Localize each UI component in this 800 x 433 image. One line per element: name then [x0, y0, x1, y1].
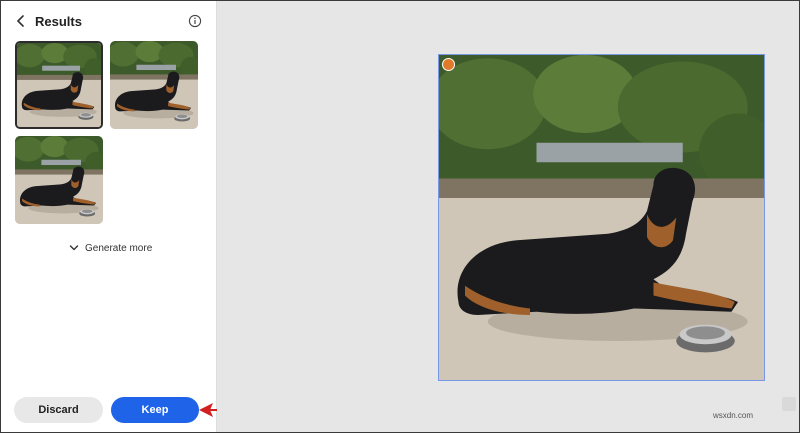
dog-photo	[439, 55, 764, 380]
result-thumbnail-2[interactable]	[110, 41, 198, 129]
page-title: Results	[35, 14, 82, 29]
back-button[interactable]	[12, 12, 30, 30]
thumbnail-image	[17, 43, 101, 127]
discard-button[interactable]: Discard	[14, 397, 103, 423]
watermark-text: wsxdn.com	[713, 411, 754, 420]
thumbnail-image	[110, 41, 198, 129]
thumbnail-image	[15, 136, 103, 224]
result-thumbnail-3[interactable]	[15, 136, 103, 224]
watermark-logo	[782, 397, 796, 411]
chevron-down-icon	[69, 245, 79, 251]
generated-badge-icon	[442, 58, 455, 71]
generate-more-button[interactable]: Generate more	[69, 240, 152, 256]
info-icon[interactable]	[188, 14, 202, 28]
result-thumbnail-1[interactable]	[15, 41, 103, 129]
preview-image[interactable]	[438, 54, 765, 381]
results-header: Results	[1, 1, 216, 41]
results-panel: Results Generate more Discard Keep	[1, 1, 217, 432]
screen-frame: Results Generate more Discard Keep wsxdn…	[0, 0, 800, 433]
keep-button[interactable]: Keep	[111, 397, 199, 423]
chevron-left-icon	[17, 15, 24, 27]
generate-more-label: Generate more	[85, 242, 153, 254]
